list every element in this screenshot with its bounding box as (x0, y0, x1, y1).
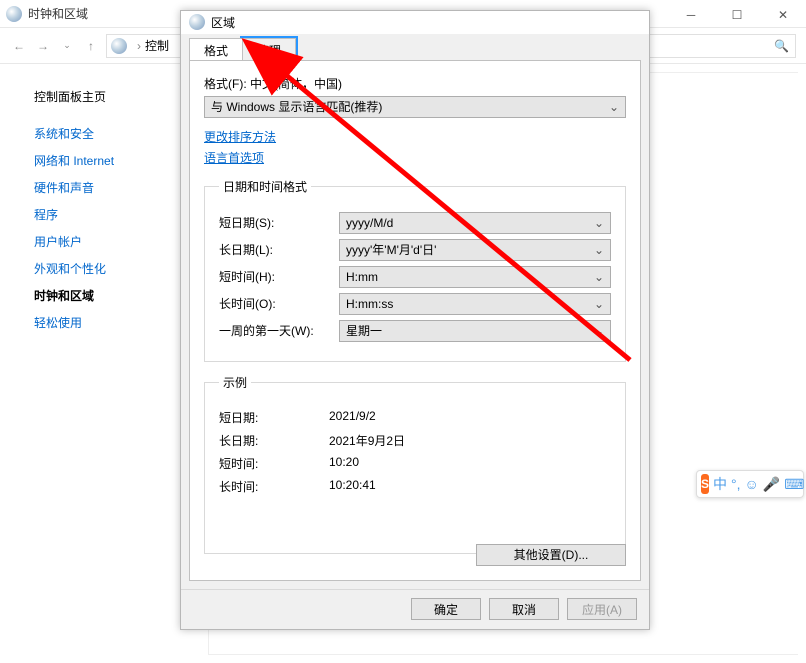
control-panel-home[interactable]: 控制面板主页 (34, 88, 186, 105)
chevron-down-icon: ⌄ (594, 270, 604, 284)
location-icon (111, 38, 127, 54)
format-dropdown[interactable]: 与 Windows 显示语言匹配(推荐) ⌄ (204, 96, 626, 118)
short-date-label: 短日期(S): (219, 214, 339, 231)
format-label: 格式(F): 中文(简体，中国) (204, 75, 626, 92)
first-day-dropdown[interactable]: 星期一 ⌄ (339, 320, 611, 342)
long-date-value: yyyy'年'M'月'd'日' (346, 241, 594, 258)
ex-short-date-value: 2021/9/2 (329, 409, 376, 426)
ime-keyboard-icon[interactable]: ⌨ (784, 476, 804, 493)
region-dialog: 区域 格式 管理 格式(F): 中文(简体，中国) 与 Windows 显示语言… (180, 10, 650, 630)
search-input[interactable]: 🔍 (640, 34, 796, 58)
tab-strip: 格式 管理 (181, 34, 649, 60)
long-date-label: 长日期(L): (219, 241, 339, 258)
chevron-down-icon: ⌄ (609, 100, 619, 114)
long-time-dropdown[interactable]: H:mm:ss ⌄ (339, 293, 611, 315)
datetime-formats-group: 日期和时间格式 短日期(S): yyyy/M/d ⌄ 长日期(L): yyyy'… (204, 178, 626, 362)
dialog-footer: 确定 取消 应用(A) (181, 589, 649, 629)
dialog-title: 区域 (211, 14, 235, 31)
chevron-right-icon: › (137, 39, 141, 53)
sidebar: 控制面板主页 系统和安全 网络和 Internet 硬件和声音 程序 用户帐户 … (0, 64, 200, 663)
chevron-down-icon: ⌄ (594, 324, 604, 338)
control-panel-icon (6, 6, 22, 22)
dialog-title-bar[interactable]: 区域 (181, 11, 649, 34)
other-settings-button[interactable]: 其他设置(D)... (476, 544, 626, 566)
short-time-label: 短时间(H): (219, 268, 339, 285)
sidebar-item-clock-region[interactable]: 时钟和区域 (34, 287, 186, 304)
datetime-formats-legend: 日期和时间格式 (219, 178, 311, 195)
ex-short-time-label: 短时间: (219, 455, 329, 472)
back-button[interactable]: ← (10, 37, 28, 55)
first-day-label: 一周的第一天(W): (219, 322, 339, 339)
ex-long-date-label: 长日期: (219, 432, 329, 449)
format-dropdown-value: 与 Windows 显示语言匹配(推荐) (211, 98, 609, 115)
history-dropdown-icon[interactable]: ⌄ (58, 37, 76, 55)
region-dialog-icon (189, 14, 205, 30)
format-panel: 格式(F): 中文(简体，中国) 与 Windows 显示语言匹配(推荐) ⌄ … (189, 60, 641, 581)
short-date-value: yyyy/M/d (346, 216, 594, 230)
sogou-logo-icon[interactable]: S (701, 474, 709, 494)
ex-long-time-label: 长时间: (219, 478, 329, 495)
chevron-down-icon: ⌄ (594, 297, 604, 311)
apply-button[interactable]: 应用(A) (567, 598, 637, 620)
ex-long-time-value: 10:20:41 (329, 478, 376, 495)
chevron-down-icon: ⌄ (594, 243, 604, 257)
sidebar-item-network[interactable]: 网络和 Internet (34, 152, 186, 169)
ex-long-date-value: 2021年9月2日 (329, 432, 405, 449)
language-prefs-link[interactable]: 语言首选项 (204, 149, 626, 166)
chevron-down-icon: ⌄ (594, 216, 604, 230)
ex-short-date-label: 短日期: (219, 409, 329, 426)
example-group: 示例 短日期:2021/9/2 长日期:2021年9月2日 短时间:10:20 … (204, 374, 626, 554)
short-time-dropdown[interactable]: H:mm ⌄ (339, 266, 611, 288)
breadcrumb-item[interactable]: 控制 (145, 37, 169, 54)
sidebar-item-ease[interactable]: 轻松使用 (34, 314, 186, 331)
short-date-dropdown[interactable]: yyyy/M/d ⌄ (339, 212, 611, 234)
change-sort-link[interactable]: 更改排序方法 (204, 128, 626, 145)
ex-short-time-value: 10:20 (329, 455, 359, 472)
tab-format[interactable]: 格式 (189, 38, 243, 60)
maximize-button[interactable]: ☐ (714, 1, 760, 28)
short-time-value: H:mm (346, 270, 594, 284)
long-time-value: H:mm:ss (346, 297, 594, 311)
sidebar-item-appearance[interactable]: 外观和个性化 (34, 260, 186, 277)
long-date-dropdown[interactable]: yyyy'年'M'月'd'日' ⌄ (339, 239, 611, 261)
first-day-value: 星期一 (346, 322, 594, 339)
minimize-button[interactable]: ─ (668, 1, 714, 28)
close-button[interactable]: ✕ (760, 1, 806, 28)
search-icon: 🔍 (774, 39, 789, 53)
sidebar-item-programs[interactable]: 程序 (34, 206, 186, 223)
ime-emoji-icon[interactable]: ☺ (745, 476, 759, 492)
sidebar-item-accounts[interactable]: 用户帐户 (34, 233, 186, 250)
ime-mode[interactable]: 中 (713, 474, 727, 494)
tab-admin[interactable]: 管理 (242, 38, 296, 60)
example-legend: 示例 (219, 374, 251, 391)
forward-button[interactable]: → (34, 37, 52, 55)
ime-punct-icon[interactable]: °, (731, 476, 741, 492)
ok-button[interactable]: 确定 (411, 598, 481, 620)
ime-voice-icon[interactable]: 🎤 (763, 476, 780, 493)
window-title: 时钟和区域 (28, 5, 88, 22)
sidebar-item-hardware[interactable]: 硬件和声音 (34, 179, 186, 196)
up-button[interactable]: ↑ (82, 37, 100, 55)
long-time-label: 长时间(O): (219, 295, 339, 312)
sidebar-item-system[interactable]: 系统和安全 (34, 125, 186, 142)
ime-toolbar[interactable]: S 中 °, ☺ 🎤 ⌨ (696, 470, 804, 498)
cancel-button[interactable]: 取消 (489, 598, 559, 620)
